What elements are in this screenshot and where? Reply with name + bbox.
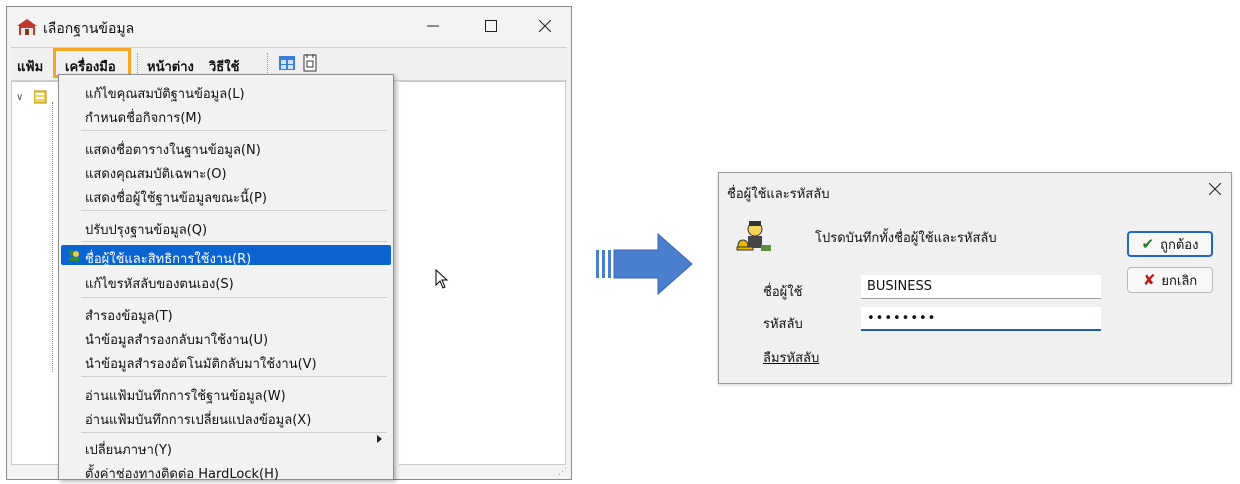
users-icon bbox=[69, 250, 79, 261]
menu-item-read-usage-log[interactable]: อ่านแฟ้มบันทึกการใช้ฐานข้อมูล(W) bbox=[85, 385, 286, 406]
checkmark-icon: ✔ bbox=[1141, 235, 1155, 253]
database-icon bbox=[34, 90, 47, 104]
tree-guide-line bbox=[52, 102, 53, 372]
submenu-arrow-icon bbox=[377, 435, 382, 443]
menu-item-change-own-password[interactable]: แก้ไขรหัสลับของตนเอง(S) bbox=[85, 273, 234, 294]
transition-arrow-icon bbox=[596, 232, 693, 296]
menu-separator bbox=[81, 241, 387, 242]
menu-item-update-database[interactable]: ปรับปรุงฐานข้อมูล(Q) bbox=[85, 219, 207, 240]
password-label: รหัสลับ bbox=[763, 317, 803, 332]
cancel-button-label: ยกเลิก bbox=[1161, 273, 1198, 289]
menu-item-restore[interactable]: นำข้อมูลสำรองกลับมาใช้งาน(U) bbox=[85, 329, 268, 350]
forgot-password-link[interactable]: ลืมรหัสลับ bbox=[763, 347, 819, 368]
menu-separator bbox=[81, 130, 387, 131]
maximize-icon bbox=[485, 20, 497, 32]
calendar-icon[interactable] bbox=[303, 54, 317, 72]
app-house-icon bbox=[17, 19, 37, 35]
window-title: เลือกฐานข้อมูล bbox=[43, 21, 135, 37]
username-label: ชื่อผู้ใช้ bbox=[763, 285, 803, 300]
menu-item-restore-auto[interactable]: นำข้อมูลสำรองอัตโนมัติกลับมาใช้งาน(V) bbox=[85, 353, 317, 374]
menu-item-read-change-log[interactable]: อ่านแฟ้มบันทึกการเปลี่ยนแปลงข้อมูล(X) bbox=[85, 409, 311, 430]
database-grid-icon[interactable] bbox=[279, 56, 295, 70]
menu-item-show-specific-props[interactable]: แสดงคุณสมบัติเฉพาะ(O) bbox=[85, 163, 227, 184]
title-bar: เลือกฐานข้อมูล bbox=[7, 7, 571, 45]
mouse-cursor-icon bbox=[435, 269, 449, 289]
ok-button[interactable]: ✔ ถูกต้อง bbox=[1127, 231, 1213, 257]
username-field[interactable] bbox=[861, 275, 1101, 299]
close-icon bbox=[1209, 183, 1221, 195]
menu-separator bbox=[81, 297, 387, 298]
minimize-button[interactable] bbox=[411, 11, 455, 41]
menu-item-hardlock-settings[interactable]: ตั้งค่าช่องทางติดต่อ HardLock(H) bbox=[85, 463, 279, 484]
menu-item-show-current-users[interactable]: แสดงชื่อผู้ใช้ฐานข้อมูลขณะนี้(P) bbox=[85, 187, 267, 208]
menu-item-set-company-name[interactable]: กำหนดชื่อกิจการ(M) bbox=[85, 107, 202, 128]
menu-item-edit-db-properties[interactable]: แก้ไขคุณสมบัติฐานข้อมูล(L) bbox=[85, 83, 245, 104]
cancel-button[interactable]: ✘ ยกเลิก bbox=[1127, 267, 1213, 293]
maximize-button[interactable] bbox=[469, 11, 513, 41]
resize-grip-icon[interactable]: ⋰ bbox=[558, 467, 567, 477]
close-icon bbox=[539, 20, 551, 32]
user-keys-icon bbox=[736, 221, 771, 251]
menu-separator bbox=[81, 432, 387, 433]
dialog-title: ชื่อผู้ใช้และรหัสลับ bbox=[727, 187, 830, 202]
menu-item-change-language[interactable]: เปลี่ยนภาษา(Y) bbox=[85, 439, 172, 460]
chevron-down-icon[interactable]: ∨ bbox=[16, 92, 23, 103]
toolbar-separator bbox=[267, 53, 270, 75]
dialog-close-button[interactable] bbox=[1205, 179, 1225, 199]
close-button[interactable] bbox=[523, 11, 567, 41]
menu-item-backup[interactable]: สำรองข้อมูล(T) bbox=[85, 305, 173, 326]
ok-button-label: ถูกต้อง bbox=[1160, 237, 1199, 253]
dialog-prompt: โปรดบันทึกทั้งชื่อผู้ใช้และรหัสลับ bbox=[815, 231, 997, 246]
tree-panel bbox=[399, 81, 566, 465]
menu-separator bbox=[137, 53, 140, 75]
password-field[interactable] bbox=[861, 307, 1101, 331]
menu-item-users-and-rights[interactable]: ชื่อผู้ใช้และสิทธิการใช้งาน(R) bbox=[85, 248, 251, 269]
menu-separator bbox=[81, 210, 387, 211]
tools-dropdown-menu: แก้ไขคุณสมบัติฐานข้อมูล(L) กำหนดชื่อกิจก… bbox=[58, 74, 449, 482]
minimize-icon bbox=[427, 25, 439, 27]
username-password-dialog: ชื่อผู้ใช้และรหัสลับ โปรดบันทึกทั้งชื่อผ… bbox=[718, 172, 1232, 384]
menu-separator bbox=[81, 376, 387, 377]
menu-item-show-table-names[interactable]: แสดงชื่อตารางในฐานข้อมูล(N) bbox=[85, 139, 261, 160]
x-icon: ✘ bbox=[1142, 271, 1156, 289]
menu-file[interactable]: แฟ้ม bbox=[17, 56, 43, 77]
